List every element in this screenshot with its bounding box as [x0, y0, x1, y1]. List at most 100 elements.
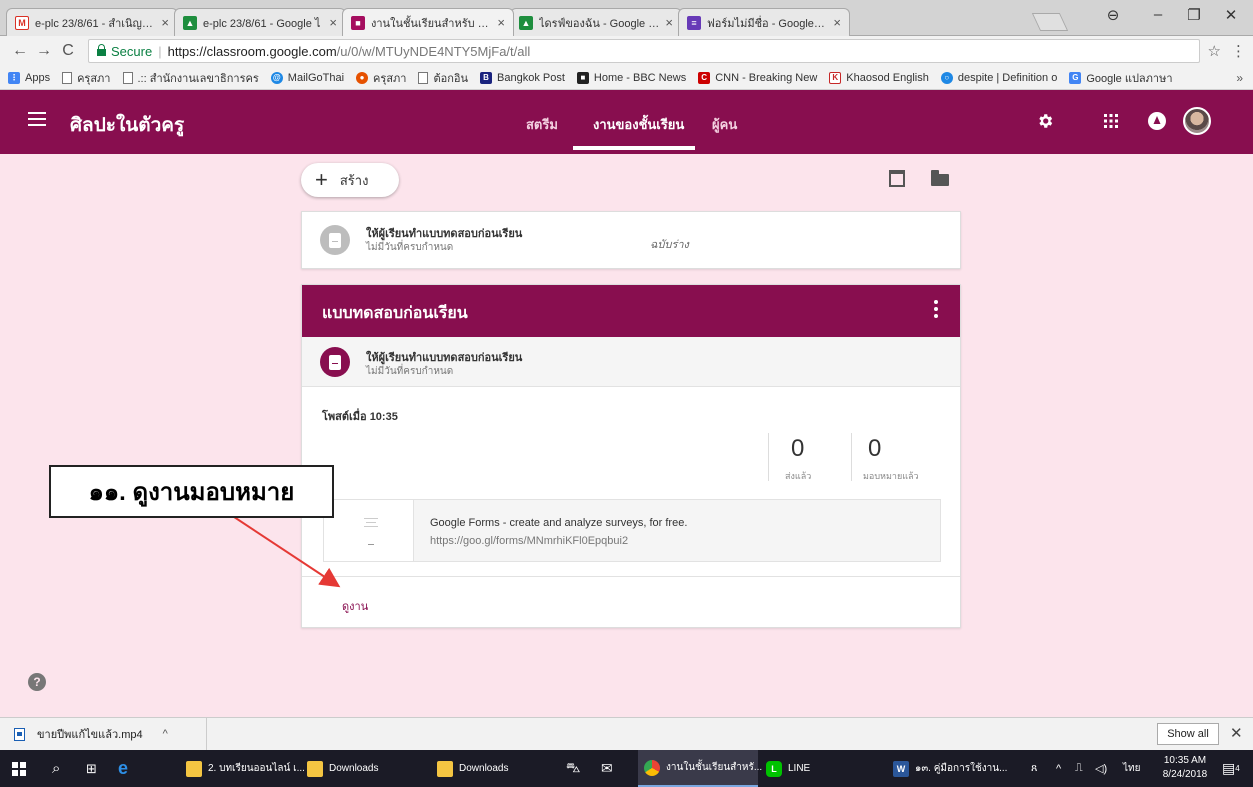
new-tab-button[interactable] [1031, 13, 1069, 31]
bookmark-item[interactable]: .:: สำนักงานเลขาธิการคร [122, 69, 259, 87]
clock[interactable]: 10:35 AM 8/24/2018 [1159, 754, 1211, 782]
turned-in-count[interactable]: 0 [791, 435, 804, 463]
bookmark-item[interactable]: G Google แปลภาษา [1069, 69, 1173, 87]
address-bar[interactable]: Secure | https://classroom.google.com/u/… [88, 39, 1200, 63]
search-icon[interactable]: ⌕ [52, 750, 60, 787]
bookmark-apps[interactable]: ⋮ Apps [8, 71, 50, 84]
bookmark-item[interactable]: ○ despite | Definition o [940, 71, 1057, 84]
taskbar-item[interactable]: Downloads [437, 750, 537, 787]
task-view-icon[interactable]: ⊞ [86, 750, 97, 787]
close-tab-icon[interactable]: × [329, 15, 337, 30]
secure-indicator[interactable]: Secure [97, 43, 152, 59]
taskbar-item[interactable]: 2. บทเรียนออนไลน์ เ... [186, 750, 305, 787]
assignment-icon [320, 347, 350, 377]
bookmark-item[interactable]: @ MailGoThai [270, 71, 345, 84]
gear-icon[interactable] [1034, 110, 1056, 132]
bookmark-label: ครุสภา [77, 72, 111, 85]
draft-assignment-card[interactable]: ให้ผู้เรียนทำแบบทดสอบก่อนเรียน ไม่มีวันท… [301, 211, 961, 269]
forms-icon: ≡ [687, 15, 701, 30]
minimize-button[interactable]: – [1138, 6, 1178, 23]
taskbar-item[interactable]: L LINE [766, 750, 866, 787]
close-tab-icon[interactable]: × [161, 15, 169, 30]
stat-divider [851, 433, 852, 481]
close-window-button[interactable]: ✕ [1211, 6, 1251, 24]
action-center-icon[interactable]: ▤ 4 [1222, 750, 1240, 787]
folder-icon [186, 760, 202, 777]
profile-icon[interactable]: ⊖ [1093, 6, 1133, 24]
create-button[interactable]: + สร้าง [301, 163, 399, 197]
help-icon[interactable]: ? [28, 673, 46, 691]
taskbar-item[interactable]: W ๑๓. คู่มือการใช้งาน... [893, 750, 1013, 787]
store-icon[interactable]: ⛍ [566, 750, 580, 787]
network-icon[interactable]: ⎍ [1075, 750, 1083, 787]
notifications-icon[interactable] [1146, 110, 1168, 132]
more-bookmarks-icon[interactable]: » [1236, 71, 1243, 85]
tray-chevron-icon[interactable]: ^ [1056, 750, 1061, 787]
restore-button[interactable]: ❐ [1174, 6, 1214, 24]
chevron-up-icon[interactable]: ^ [163, 728, 168, 740]
posted-time: โพสต์เมื่อ 10:35 [322, 411, 398, 423]
browser-tab-title: ฟอร์มไม่มีชื่อ - Google ฟอร์ม [707, 17, 827, 30]
calendar-icon[interactable] [889, 170, 905, 187]
language-indicator[interactable]: ไทย [1123, 750, 1140, 787]
bookmark-label: Google แปลภาษา [1086, 72, 1173, 85]
edge-icon[interactable]: e [118, 750, 128, 787]
classroom-header: ศิลปะในตัวครู สตรีม งานของชั้นเรียน ผู้ค… [0, 90, 1253, 154]
bookmark-label: .:: สำนักงานเลขาธิการคร [137, 72, 259, 85]
folder-icon [307, 760, 323, 777]
reload-icon[interactable]: C [56, 42, 80, 60]
bookmark-item[interactable]: ■ Home - BBC News [576, 71, 686, 84]
topic-card: แบบทดสอบก่อนเรียน ให้ผู้เรียนทำแบบทดสอบก… [301, 284, 961, 628]
browser-tab[interactable]: ▲ ไดรฟ์ของฉัน - Google ไดรฟ์ × [510, 8, 682, 36]
bookmark-item[interactable]: B Bangkok Post [480, 71, 565, 84]
mailgothai-icon: @ [270, 71, 283, 84]
tab-classwork[interactable]: งานของชั้นเรียน [593, 114, 684, 135]
people-icon[interactable]: ጸ [1031, 750, 1037, 787]
taskbar-item-active[interactable]: งานในชั้นเรียนสำหรั... [638, 750, 762, 787]
bookmark-item[interactable]: K Khaosod English [829, 71, 929, 84]
assigned-count[interactable]: 0 [868, 435, 881, 463]
show-all-button[interactable]: Show all [1157, 723, 1219, 745]
browser-tab[interactable]: ≡ ฟอร์มไม่มีชื่อ - Google ฟอร์ม × [678, 8, 850, 36]
bookmark-item[interactable]: C CNN - Breaking New [698, 71, 817, 84]
browser-tab-title: e-plc 23/8/61 - Google ไ [203, 17, 321, 30]
apps-grid-icon[interactable] [1100, 110, 1122, 132]
close-tab-icon[interactable]: × [665, 15, 673, 30]
view-assignment-link[interactable]: ดูงาน [342, 597, 368, 615]
mail-icon[interactable]: ✉ [601, 750, 613, 787]
tab-stream[interactable]: สตรีม [526, 114, 558, 135]
assignment-row[interactable]: ให้ผู้เรียนทำแบบทดสอบก่อนเรียน ไม่มีวันท… [302, 337, 960, 387]
bookmark-item[interactable]: ครุสภา [62, 69, 111, 87]
forward-icon[interactable]: → [32, 42, 56, 60]
attachment-card[interactable]: Google Forms - create and analyze survey… [323, 499, 941, 562]
volume-icon[interactable]: ◁) [1095, 750, 1107, 787]
browser-tab-title: e-plc 23/8/61 - สำเนิญให้ผ่ [35, 17, 156, 30]
avatar[interactable] [1183, 107, 1211, 135]
menu-icon[interactable] [28, 112, 46, 126]
taskbar-item[interactable]: Downloads [307, 750, 407, 787]
browser-tab-active[interactable]: ■ งานในชั้นเรียนสำหรับ ศิลปะใน × [342, 8, 514, 36]
folder-icon[interactable] [931, 170, 949, 186]
bookmark-item[interactable]: ต้อกอิน [418, 69, 468, 87]
browser-tab[interactable]: M e-plc 23/8/61 - สำเนิญให้ผ่ × [6, 8, 178, 36]
browser-menu-icon[interactable]: ⋮ [1231, 42, 1246, 60]
close-tab-icon[interactable]: × [833, 15, 841, 30]
bookmark-label: MailGoThai [287, 71, 345, 84]
course-title[interactable]: ศิลปะในตัวครู [70, 110, 184, 140]
browser-tab[interactable]: ▲ e-plc 23/8/61 - Google ไ × [174, 8, 346, 36]
bookmark-label: ครุสภา [373, 72, 407, 85]
more-vert-icon[interactable] [934, 300, 938, 318]
close-tab-icon[interactable]: × [497, 15, 505, 30]
khaosod-icon: K [829, 71, 842, 84]
windows-start-icon[interactable] [12, 762, 26, 776]
bookmark-item[interactable]: ● ครุสภา [356, 69, 406, 87]
back-icon[interactable]: ← [8, 42, 32, 60]
close-icon[interactable]: ✕ [1230, 724, 1243, 742]
bookmark-star-icon[interactable]: ☆ [1208, 42, 1221, 60]
download-item[interactable]: ขายปีพแก้ไขแล้ว.mp4 ^ [0, 718, 207, 750]
bookmark-label: Khaosod English [846, 71, 929, 84]
downloads-bar: ขายปีพแก้ไขแล้ว.mp4 ^ Show all ✕ [0, 717, 1253, 750]
turned-in-label: ส่งแล้ว [785, 471, 812, 481]
url-host: https://classroom.google.com [167, 43, 337, 59]
tab-people[interactable]: ผู้คน [712, 114, 737, 135]
